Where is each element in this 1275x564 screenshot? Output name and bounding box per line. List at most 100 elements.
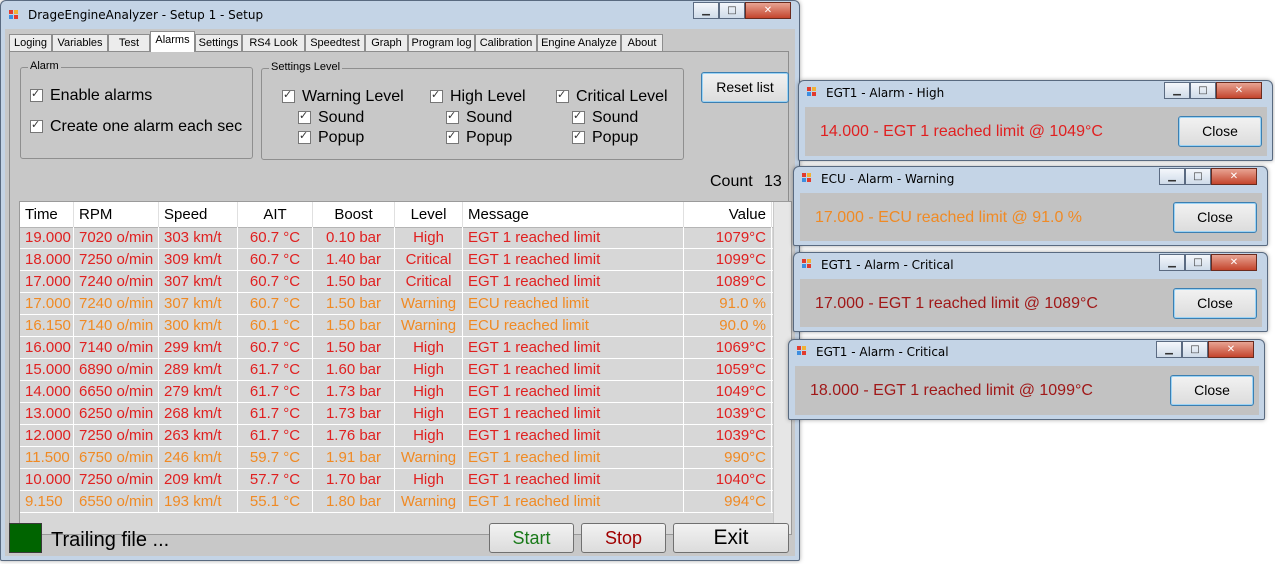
column-header-boost[interactable]: Boost [313, 202, 395, 227]
tab-program-log[interactable]: Program log [408, 34, 475, 51]
maximize-button[interactable]: □ [1190, 82, 1216, 99]
high-sound-checkbox[interactable]: Sound [446, 109, 512, 127]
table-cell-time: 17.000 [20, 293, 74, 315]
table-cell-level: Warning [395, 491, 463, 513]
critical-level-checkbox[interactable]: Critical Level [556, 88, 668, 106]
table-row[interactable]: 17.000 7240 o/min 307 km/t 60.7 °C 1.50 bar C… [20, 271, 791, 293]
tab-rs4-look[interactable]: RS4 Look [242, 34, 305, 51]
popup-titlebar[interactable]: EGT1 - Alarm - Critical ▁ □ ✕ [794, 253, 1267, 275]
main-window-title: DrageEngineAnalyzer - Setup 1 - Setup [28, 8, 264, 22]
checkbox-checked-icon [298, 129, 311, 145]
critical-sound-checkbox[interactable]: Sound [572, 109, 638, 127]
table-row[interactable]: 16.000 7140 o/min 299 km/t 60.7 °C 1.50 bar H… [20, 337, 791, 359]
app-icon [9, 10, 19, 20]
minimize-button[interactable]: ▁ [1164, 82, 1190, 99]
column-header-speed[interactable]: Speed [159, 202, 238, 227]
enable-alarms-checkbox[interactable]: Enable alarms [30, 87, 152, 105]
popup-close-button[interactable]: Close [1173, 202, 1257, 233]
popup-titlebar[interactable]: EGT1 - Alarm - Critical ▁ □ ✕ [789, 340, 1264, 362]
checkbox-checked-icon [282, 88, 295, 104]
high-level-checkbox[interactable]: High Level [430, 88, 526, 106]
tab-engine-analyze[interactable]: Engine Analyze [537, 34, 621, 51]
column-header-value[interactable]: Value [684, 202, 772, 227]
tab-variables[interactable]: Variables [52, 34, 108, 51]
table-row[interactable]: 15.000 6890 o/min 289 km/t 61.7 °C 1.60 bar H… [20, 359, 791, 381]
settings-level-group: Settings Level Warning Level Sound Popup… [261, 61, 684, 160]
table-cell-ait: 60.1 °C [238, 315, 313, 337]
warning-sound-checkbox[interactable]: Sound [298, 109, 364, 127]
maximize-button[interactable]: □ [1185, 168, 1211, 185]
table-row[interactable]: 11.500 6750 o/min 246 km/t 59.7 °C 1.91 bar W… [20, 447, 791, 469]
table-cell-time: 15.000 [20, 359, 74, 381]
table-cell-speed: 193 km/t [159, 491, 238, 513]
table-cell-ait: 60.7 °C [238, 271, 313, 293]
table-cell-level: High [395, 469, 463, 491]
maximize-button[interactable]: □ [1182, 341, 1208, 358]
tab-loging[interactable]: Loging [9, 34, 52, 51]
table-row[interactable]: 16.150 7140 o/min 300 km/t 60.1 °C 1.50 bar W… [20, 315, 791, 337]
table-cell-rpm: 7250 o/min [74, 249, 159, 271]
create-one-alarm-checkbox[interactable]: Create one alarm each sec [30, 118, 242, 136]
close-button[interactable]: ✕ [745, 2, 791, 19]
popup-close-button[interactable]: Close [1178, 116, 1262, 147]
table-row[interactable]: 18.000 7250 o/min 309 km/t 60.7 °C 1.40 bar C… [20, 249, 791, 271]
create-one-alarm-label: Create one alarm each sec [50, 118, 243, 135]
close-window-button[interactable]: ✕ [1211, 168, 1257, 185]
popup-titlebar[interactable]: ECU - Alarm - Warning ▁ □ ✕ [794, 167, 1267, 189]
popup-close-button[interactable]: Close [1173, 288, 1257, 319]
close-window-button[interactable]: ✕ [1211, 254, 1257, 271]
popup-close-button[interactable]: Close [1170, 375, 1254, 406]
reset-list-button[interactable]: Reset list [701, 72, 789, 103]
table-row[interactable]: 17.000 7240 o/min 307 km/t 60.7 °C 1.50 bar W… [20, 293, 791, 315]
table-cell-ait: 55.1 °C [238, 491, 313, 513]
alarm-popup-window: EGT1 - Alarm - High ▁ □ ✕ 14.000 - EGT 1 rea… [798, 80, 1273, 161]
table-row[interactable]: 10.000 7250 o/min 209 km/t 57.7 °C 1.70 bar H… [20, 469, 791, 491]
table-cell-boost: 0.10 bar [313, 227, 395, 249]
tab-settings[interactable]: Settings [195, 34, 242, 51]
tab-test[interactable]: Test [108, 34, 150, 51]
alarm-log-grid[interactable]: Time RPM Speed AIT Boost Level Message Value 19… [19, 201, 792, 535]
close-window-button[interactable]: ✕ [1208, 341, 1254, 358]
column-header-level[interactable]: Level [395, 202, 463, 227]
column-header-rpm[interactable]: RPM [74, 202, 159, 227]
tab-about[interactable]: About [621, 34, 663, 51]
sound-label: Sound [466, 109, 513, 126]
tab-speedtest[interactable]: Speedtest [305, 34, 365, 51]
start-button[interactable]: Start [489, 523, 574, 553]
table-cell-value: 1079°C [684, 227, 772, 249]
warning-level-checkbox[interactable]: Warning Level [282, 88, 404, 106]
tab-alarms[interactable]: Alarms [150, 31, 195, 52]
main-titlebar[interactable]: DrageEngineAnalyzer - Setup 1 - Setup ▁ … [1, 1, 799, 29]
status-bar: Trailing file ... Start Stop Exit [5, 518, 797, 564]
minimize-button[interactable]: ▁ [1159, 168, 1185, 185]
maximize-button[interactable]: □ [719, 2, 745, 19]
checkbox-checked-icon [446, 109, 459, 125]
table-cell-speed: 246 km/t [159, 447, 238, 469]
column-header-message[interactable]: Message [463, 202, 684, 227]
table-row[interactable]: 14.000 6650 o/min 279 km/t 61.7 °C 1.73 bar H… [20, 381, 791, 403]
table-cell-time: 12.000 [20, 425, 74, 447]
table-cell-boost: 1.50 bar [313, 315, 395, 337]
column-header-time[interactable]: Time [20, 202, 74, 227]
table-row[interactable]: 9.150 6550 o/min 193 km/t 55.1 °C 1.80 bar Wa… [20, 491, 791, 513]
popup-titlebar[interactable]: EGT1 - Alarm - High ▁ □ ✕ [799, 81, 1272, 103]
table-row[interactable]: 19.000 7020 o/min 303 km/t 60.7 °C 0.10 bar H… [20, 227, 791, 249]
critical-level-label: Critical Level [576, 88, 668, 105]
critical-popup-checkbox[interactable]: Popup [572, 129, 638, 147]
table-cell-value: 91.0 % [684, 293, 772, 315]
minimize-button[interactable]: ▁ [1156, 341, 1182, 358]
table-row[interactable]: 13.000 6250 o/min 268 km/t 61.7 °C 1.73 bar H… [20, 403, 791, 425]
tab-calibration[interactable]: Calibration [475, 34, 537, 51]
close-window-button[interactable]: ✕ [1216, 82, 1262, 99]
tab-graph[interactable]: Graph [365, 34, 408, 51]
column-header-ait[interactable]: AIT [238, 202, 313, 227]
maximize-button[interactable]: □ [1185, 254, 1211, 271]
exit-button[interactable]: Exit [673, 523, 789, 553]
popup-message: 17.000 - EGT 1 reached limit @ 1089°C [815, 295, 1098, 312]
minimize-button[interactable]: ▁ [1159, 254, 1185, 271]
high-popup-checkbox[interactable]: Popup [446, 129, 512, 147]
stop-button[interactable]: Stop [581, 523, 666, 553]
warning-popup-checkbox[interactable]: Popup [298, 129, 364, 147]
table-row[interactable]: 12.000 7250 o/min 263 km/t 61.7 °C 1.76 bar H… [20, 425, 791, 447]
minimize-button[interactable]: ▁ [693, 2, 719, 19]
